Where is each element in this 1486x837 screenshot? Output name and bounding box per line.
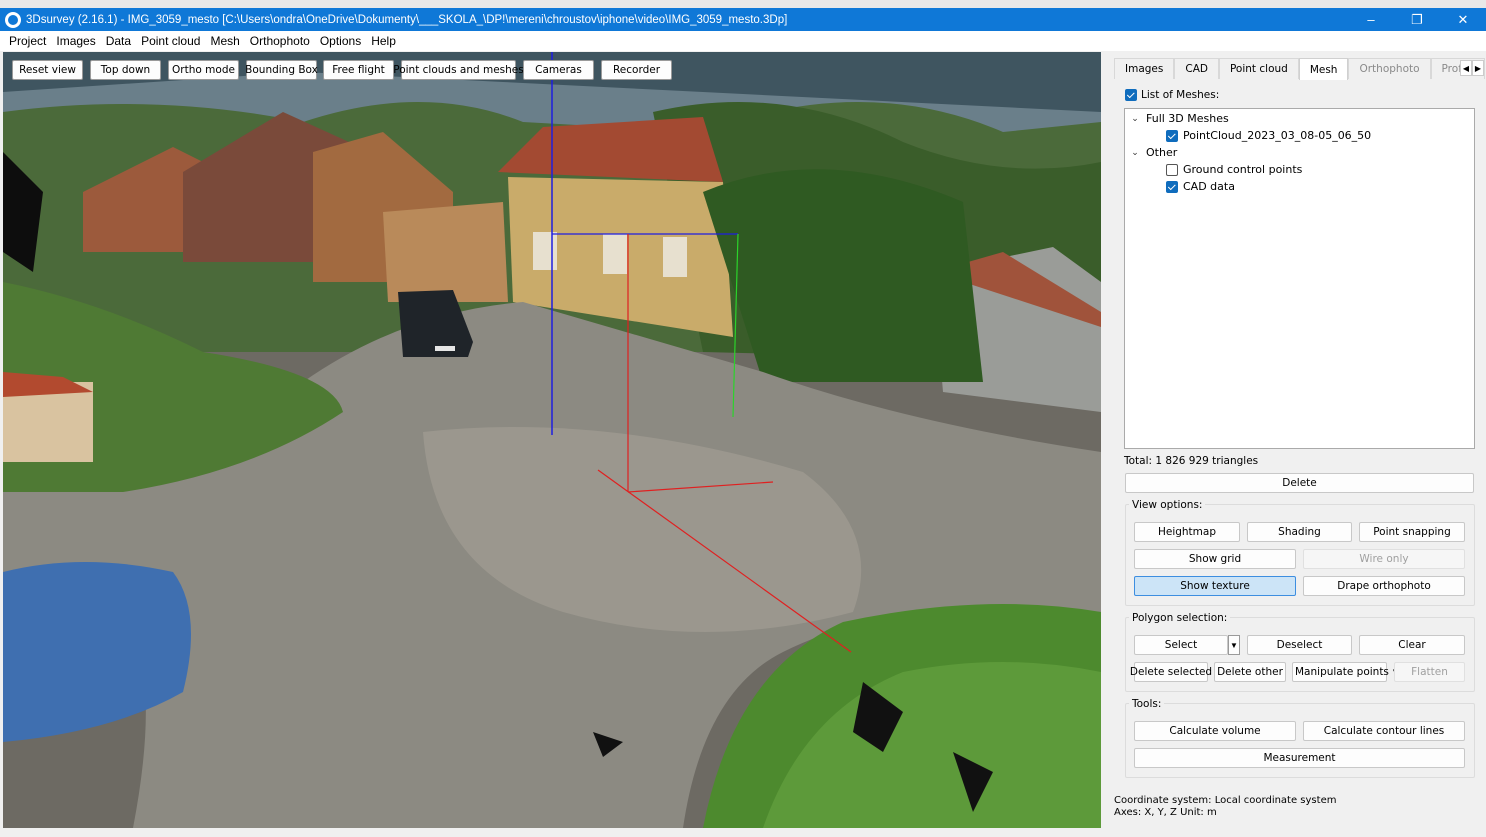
restore-button[interactable]: ❐ [1394,8,1440,31]
delete-button[interactable]: Delete [1125,473,1474,493]
tree-item-ground-control-points[interactable]: Ground control points [1166,163,1302,176]
tree-group-full-3d-meshes[interactable]: ⌄ Full 3D Meshes [1129,112,1229,125]
manipulate-points-dropdown[interactable]: Manipulate points ▼ [1292,662,1398,682]
mesh-tab-page: List of Meshes: ⌄ Full 3D Meshes PointCl… [1113,80,1483,780]
ortho-mode-button[interactable]: Ortho mode [168,60,239,80]
viewport-toolbar: Reset view Top down Ortho mode Bounding … [12,60,679,80]
window-title: 3Dsurvey (2.16.1) - IMG_3059_mesto [C:\U… [26,13,788,26]
shading-button[interactable]: Shading [1247,522,1352,542]
tree-item-pointcloud[interactable]: PointCloud_2023_03_08-05_06_50 [1166,129,1371,142]
pointcloud-checkbox[interactable] [1166,129,1178,142]
menu-project[interactable]: Project [4,34,51,48]
reset-view-button[interactable]: Reset view [12,60,83,80]
point-clouds-and-meshes-button[interactable]: Point clouds and meshes [393,60,524,80]
tree-item-label: PointCloud_2023_03_08-05_06_50 [1183,129,1372,142]
coordinate-system-text: Coordinate system: Local coordinate syst… [1114,795,1337,806]
tools-title: Tools: [1129,698,1165,710]
minimize-button[interactable]: – [1348,8,1394,31]
tree-item-label: Ground control points [1183,163,1303,176]
tab-mesh[interactable]: Mesh [1298,58,1349,80]
menu-point-cloud[interactable]: Point cloud [136,34,205,48]
desktop-background-strip [0,0,1486,8]
deselect-button[interactable]: Deselect [1247,635,1352,655]
show-grid-button[interactable]: Show grid [1134,549,1296,569]
heightmap-button[interactable]: Heightmap [1134,522,1240,542]
cad-data-checkbox[interactable] [1166,180,1178,193]
textured-mesh-scene [3,52,1101,828]
delete-selected-button[interactable]: Delete selected [1130,662,1212,682]
tree-group-label: Full 3D Meshes [1146,112,1229,125]
menu-help[interactable]: Help [366,34,401,48]
tab-point-cloud[interactable]: Point cloud [1218,58,1299,79]
menu-orthophoto[interactable]: Orthophoto [245,34,315,48]
list-of-meshes-label: List of Meshes: [1141,89,1220,101]
coordinate-info: Coordinate system: Local coordinate syst… [1114,795,1336,819]
tree-item-label: CAD data [1183,180,1235,193]
calculate-volume-button[interactable]: Calculate volume [1134,721,1296,741]
tab-images[interactable]: Images [1114,58,1175,79]
view-options-title: View options: [1129,499,1206,511]
drape-orthophoto-button[interactable]: Drape orthophoto [1303,576,1465,596]
menu-bar: Project Images Data Point cloud Mesh Ort… [0,31,1486,51]
tab-scroll-right-icon[interactable]: ▶ [1472,60,1484,76]
wire-only-button[interactable]: Wire only [1303,549,1465,569]
menu-data[interactable]: Data [101,34,136,48]
triangle-total: Total: 1 826 929 triangles [1124,455,1259,467]
cameras-button[interactable]: Cameras [523,60,594,80]
measurement-button[interactable]: Measurement [1134,748,1465,768]
chevron-down-icon[interactable]: ⌄ [1129,148,1141,158]
point-snapping-button[interactable]: Point snapping [1359,522,1465,542]
panel-tabs: Images CAD Point cloud Mesh Orthophoto P… [1114,58,1486,80]
axes-unit-text: Axes: X, Y, Z Unit: m [1114,807,1217,818]
list-of-meshes-checkbox[interactable] [1125,89,1137,101]
select-button[interactable]: Select [1134,635,1228,655]
ground-control-points-checkbox[interactable] [1166,163,1178,176]
3dsurvey-logo-icon [5,11,21,28]
menu-images[interactable]: Images [51,34,100,48]
top-down-button[interactable]: Top down [90,60,161,80]
mesh-tree: ⌄ Full 3D Meshes PointCloud_2023_03_08-0… [1124,108,1475,449]
recorder-button[interactable]: Recorder [601,60,672,80]
tab-orthophoto[interactable]: Orthophoto [1348,58,1431,79]
tree-group-label: Other [1146,146,1178,159]
tab-scroll-arrows: ◀ ▶ [1460,60,1484,76]
list-of-meshes-toggle[interactable]: List of Meshes: [1125,89,1219,101]
select-dropdown-icon[interactable]: ▼ [1228,635,1240,655]
menu-options[interactable]: Options [315,34,366,48]
3d-viewport[interactable]: Reset view Top down Ortho mode Bounding … [3,52,1101,828]
delete-other-button[interactable]: Delete other [1214,662,1286,682]
close-button[interactable]: ✕ [1440,8,1486,31]
polygon-selection-title: Polygon selection: [1129,612,1231,624]
calculate-contour-lines-button[interactable]: Calculate contour lines [1303,721,1465,741]
window-controls: – ❐ ✕ [1348,8,1486,31]
free-flight-button[interactable]: Free flight [323,60,394,80]
flatten-button[interactable]: Flatten [1394,662,1465,682]
tab-cad[interactable]: CAD [1174,58,1219,79]
clear-button[interactable]: Clear [1359,635,1465,655]
right-panel: Images CAD Point cloud Mesh Orthophoto P… [1103,52,1486,828]
tab-scroll-left-icon[interactable]: ◀ [1460,60,1472,76]
show-texture-button[interactable]: Show texture [1134,576,1296,596]
chevron-down-icon[interactable]: ⌄ [1129,114,1141,124]
tree-group-other[interactable]: ⌄ Other [1129,146,1177,159]
manipulate-points-label: Manipulate points [1295,666,1389,678]
title-bar: 3Dsurvey (2.16.1) - IMG_3059_mesto [C:\U… [0,8,1486,31]
bounding-box-button[interactable]: Bounding Box [245,60,318,80]
menu-mesh[interactable]: Mesh [205,34,244,48]
tree-item-cad-data[interactable]: CAD data [1166,180,1235,193]
